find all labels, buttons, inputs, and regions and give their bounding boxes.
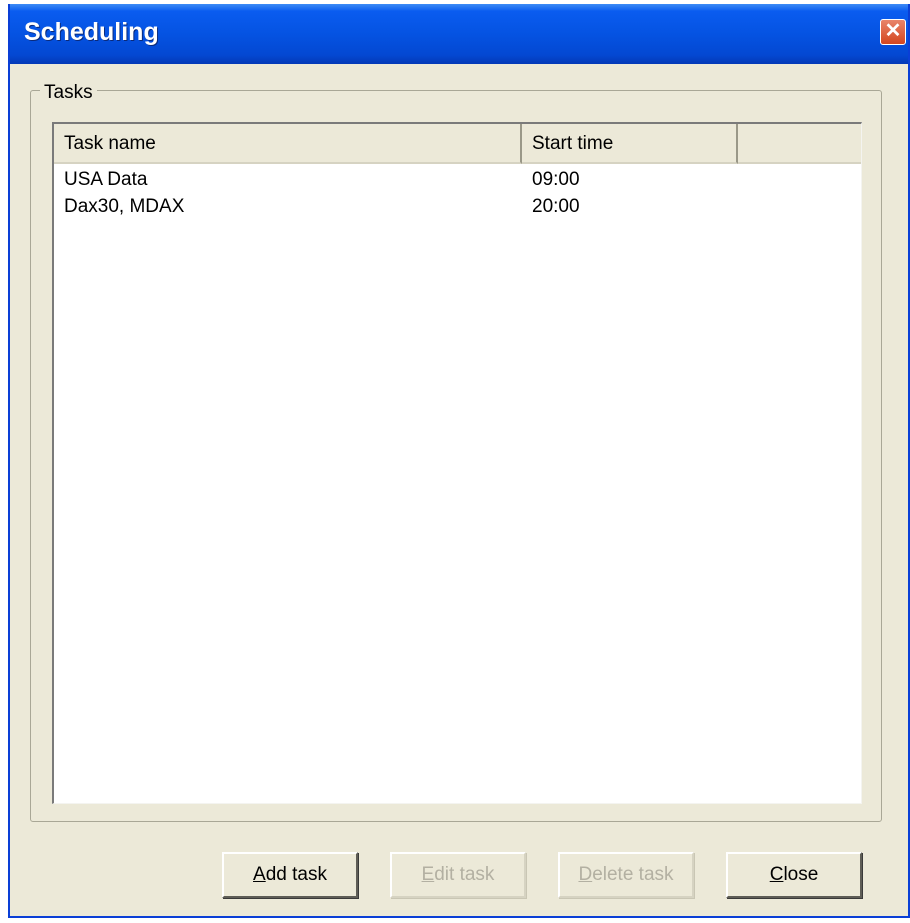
delete-task-button[interactable]: Delete task (558, 852, 694, 898)
add-task-button[interactable]: Add task (222, 852, 358, 898)
window-title: Scheduling (24, 18, 159, 46)
close-button[interactable]: Close (726, 852, 862, 898)
start-time-cell: 20:00 (532, 196, 580, 217)
add-task-label: dd task (265, 864, 327, 885)
task-name-cell: USA Data (64, 169, 148, 190)
table-row[interactable]: USA Data 09:00 (54, 166, 861, 193)
task-name-cell: Dax30, MDAX (64, 196, 185, 217)
tasks-listview[interactable]: Task name Start time USA Data 09:00 Dax3… (52, 122, 862, 804)
close-mnemonic: C (769, 864, 784, 885)
tasks-group-label: Tasks (40, 82, 97, 104)
column-header-start-time[interactable]: Start time (522, 124, 738, 164)
column-header-empty[interactable] (738, 124, 861, 164)
list-header: Task name Start time (54, 124, 861, 164)
edit-task-button[interactable]: Edit task (390, 852, 526, 898)
close-label: lose (783, 864, 819, 885)
add-task-mnemonic: A (253, 864, 266, 885)
edit-task-mnemonic: E (421, 864, 435, 885)
delete-task-label: elete task (592, 864, 674, 885)
edit-task-label: dit task (434, 864, 495, 885)
delete-task-mnemonic: D (578, 864, 593, 885)
table-row[interactable]: Dax30, MDAX 20:00 (54, 193, 861, 220)
column-header-task-name[interactable]: Task name (54, 124, 522, 164)
list-body: USA Data 09:00 Dax30, MDAX 20:00 (54, 166, 861, 220)
close-window-button[interactable]: ✕ (880, 19, 906, 45)
close-icon: ✕ (884, 20, 902, 42)
start-time-cell: 09:00 (532, 169, 580, 190)
title-bar[interactable]: Scheduling ✕ (10, 4, 908, 64)
